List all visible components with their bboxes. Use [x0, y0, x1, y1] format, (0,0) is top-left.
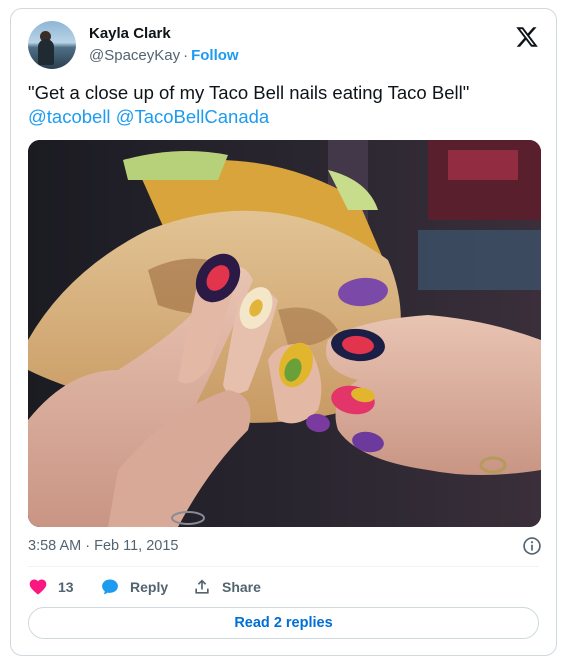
follow-link[interactable]: Follow — [191, 47, 239, 64]
mention-tacobellcanada[interactable]: @TacoBellCanada — [116, 106, 270, 127]
share-button[interactable]: Share — [192, 576, 261, 598]
author-name[interactable]: Kayla Clark — [89, 25, 171, 42]
mention-tacobell[interactable]: @tacobell — [28, 106, 111, 127]
like-button[interactable]: 13 — [28, 576, 74, 598]
author-handle-row: @SpaceyKay · Follow — [89, 47, 239, 64]
heart-icon — [29, 579, 47, 595]
read-replies-button[interactable]: Read 2 replies — [28, 607, 539, 639]
like-count: 13 — [58, 579, 74, 595]
tweet-timestamp[interactable]: 3:58 AM · Feb 11, 2015 — [28, 538, 178, 554]
tweet-mentions: @tacobell @TacoBellCanada — [28, 105, 538, 129]
photo-illustration — [28, 140, 541, 527]
x-logo-icon[interactable] — [515, 25, 539, 49]
avatar[interactable] — [28, 21, 76, 69]
reply-bubble-icon — [102, 579, 118, 595]
avatar-body — [38, 39, 54, 65]
tweet-photo[interactable] — [28, 140, 541, 527]
tweet-header: Kayla Clark @SpaceyKay · Follow — [28, 21, 539, 71]
reply-button[interactable]: Reply — [100, 576, 168, 598]
share-icon — [195, 579, 209, 594]
author-handle[interactable]: @SpaceyKay — [89, 47, 180, 64]
tweet-text: "Get a close up of my Taco Bell nails ea… — [28, 81, 538, 129]
info-icon[interactable] — [522, 536, 542, 556]
handle-separator: · — [183, 47, 189, 64]
tweet-body: "Get a close up of my Taco Bell nails ea… — [28, 82, 470, 103]
divider — [28, 566, 539, 567]
reply-label: Reply — [130, 579, 169, 595]
share-label: Share — [222, 579, 261, 595]
tweet-card: Kayla Clark @SpaceyKay · Follow "Get a clo… — [10, 8, 557, 656]
